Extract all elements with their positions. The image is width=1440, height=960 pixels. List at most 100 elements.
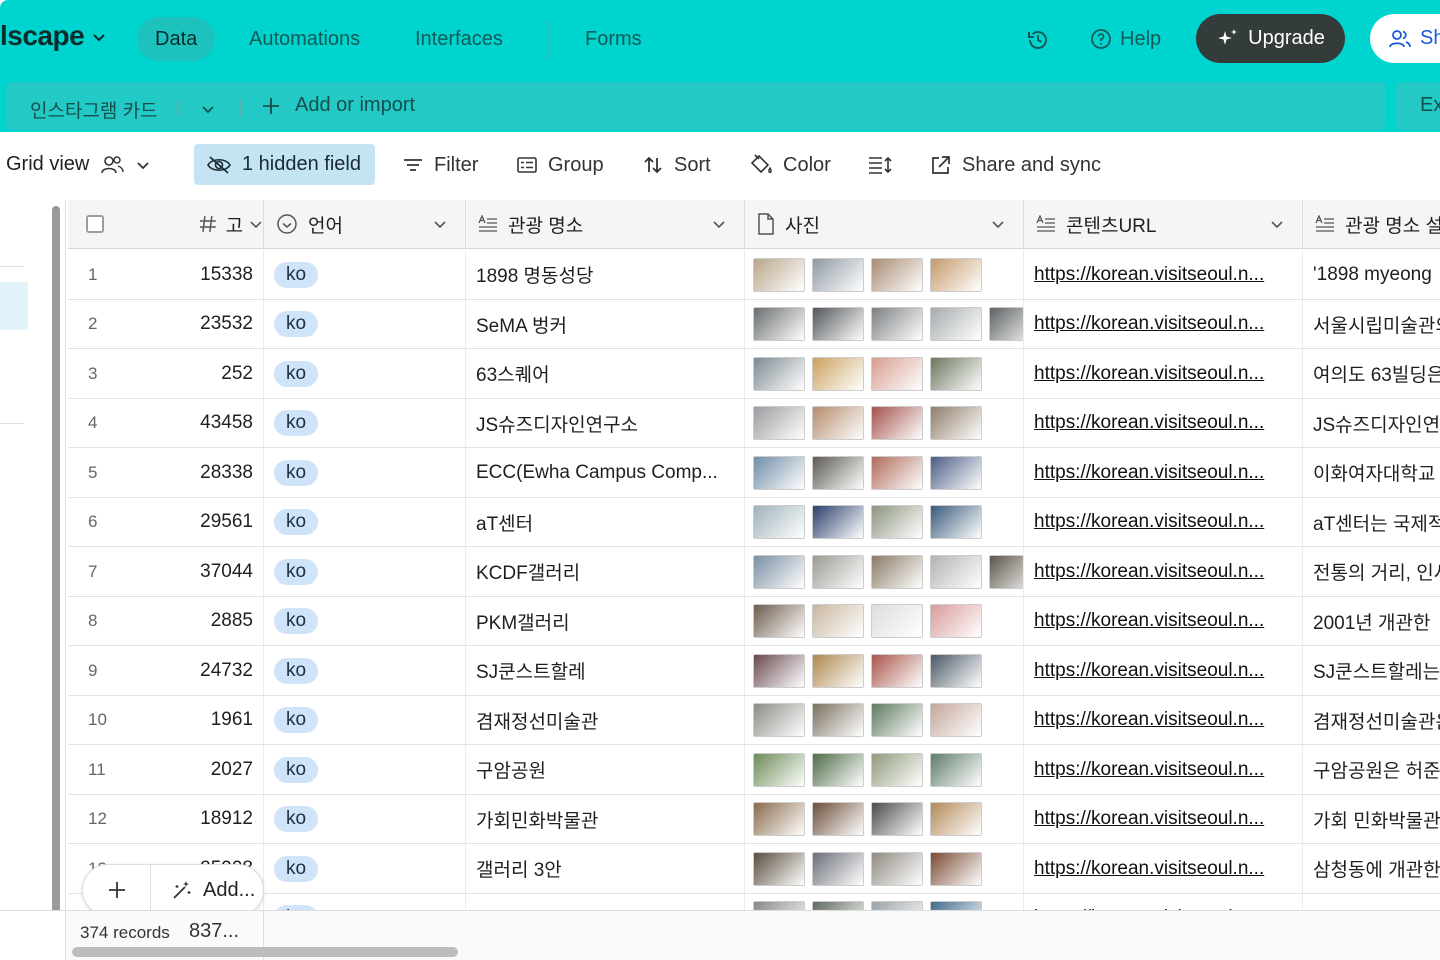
table-row[interactable]: 11 2027 ko 구암공원 https://korean.visitseoul.n.… bbox=[68, 745, 1440, 795]
content-url-link[interactable]: https://korean.visitseoul.n... bbox=[1034, 709, 1264, 731]
url-cell[interactable]: https://korean.visitseoul.n... bbox=[1024, 547, 1303, 596]
column-header-photo[interactable]: 사진 bbox=[745, 200, 1024, 249]
photo-thumbnail[interactable] bbox=[753, 505, 805, 539]
photo-thumbnail[interactable] bbox=[812, 752, 864, 787]
add-or-import-button[interactable]: Add or import bbox=[261, 94, 415, 117]
photo-thumbnail[interactable] bbox=[930, 851, 982, 886]
chevron-down-icon[interactable] bbox=[1270, 217, 1284, 231]
number-cell[interactable]: 10 1961 bbox=[68, 695, 264, 745]
photo-thumbnail[interactable] bbox=[989, 554, 1023, 589]
number-cell[interactable]: 9 24732 bbox=[68, 646, 264, 695]
photo-cell[interactable] bbox=[745, 299, 1024, 349]
table-row[interactable]: 4 43458 ko JS슈즈디자인연구소 https://korean.visitse… bbox=[68, 398, 1440, 448]
table-row[interactable]: 1 15338 ko 1898 명동성당 https://korean.visitseo… bbox=[68, 250, 1440, 300]
photo-cell[interactable] bbox=[745, 448, 1024, 497]
tab-forms[interactable]: Forms bbox=[567, 17, 660, 61]
photo-cell[interactable] bbox=[745, 398, 1024, 448]
description-cell[interactable]: 가나아트센터는 bbox=[1303, 894, 1440, 911]
table-row[interactable]: 10 1961 ko 겸재정선미술관 https://korean.visitseoul… bbox=[68, 695, 1440, 745]
photo-thumbnail[interactable] bbox=[930, 901, 982, 910]
url-cell[interactable]: https://korean.visitseoul.n... bbox=[1024, 844, 1303, 893]
language-cell[interactable]: ko bbox=[264, 250, 466, 299]
photo-thumbnail[interactable] bbox=[812, 554, 864, 589]
photo-thumbnail[interactable] bbox=[812, 455, 864, 490]
language-cell[interactable]: ko bbox=[264, 844, 466, 893]
photo-thumbnail[interactable] bbox=[871, 752, 923, 787]
language-cell[interactable]: ko bbox=[264, 695, 466, 745]
url-cell[interactable]: https://korean.visitseoul.n... bbox=[1024, 398, 1303, 448]
photo-thumbnail[interactable] bbox=[930, 356, 982, 391]
language-cell[interactable]: ko bbox=[264, 448, 466, 497]
photo-thumbnail[interactable] bbox=[753, 653, 805, 688]
table-row[interactable]: 1430117ko가나아트센터https://korean.visitseoul… bbox=[68, 893, 1440, 911]
description-cell[interactable]: 겸재정선미술관은 bbox=[1303, 696, 1440, 745]
url-cell[interactable]: https://korean.visitseoul.n... bbox=[1024, 893, 1303, 910]
attraction-cell[interactable]: 가회민화박물관 bbox=[466, 794, 745, 844]
photo-thumbnail[interactable] bbox=[812, 307, 864, 341]
photo-cell[interactable] bbox=[745, 547, 1024, 596]
attraction-cell[interactable]: aT센터 bbox=[466, 497, 745, 547]
url-cell[interactable]: https://korean.visitseoul.n... bbox=[1024, 745, 1303, 794]
photo-cell[interactable] bbox=[745, 695, 1024, 745]
description-cell[interactable]: 구암공원은 허준 bbox=[1303, 745, 1440, 794]
url-cell[interactable]: https://korean.visitseoul.n... bbox=[1024, 646, 1303, 695]
content-url-link[interactable]: https://korean.visitseoul.n... bbox=[1034, 858, 1264, 880]
number-cell[interactable]: 11 2027 bbox=[68, 745, 264, 794]
language-cell[interactable]: ko bbox=[264, 398, 466, 448]
photo-thumbnail[interactable] bbox=[871, 901, 923, 910]
description-cell[interactable]: SJ쿤스트할레는 bbox=[1303, 646, 1440, 695]
photo-thumbnail[interactable] bbox=[753, 554, 805, 589]
column-header-description[interactable]: 관광 명소 설 bbox=[1303, 200, 1440, 249]
photo-thumbnail[interactable] bbox=[753, 901, 805, 910]
language-cell[interactable]: ko bbox=[264, 893, 466, 910]
photo-thumbnail[interactable] bbox=[812, 356, 864, 391]
url-cell[interactable]: https://korean.visitseoul.n... bbox=[1024, 299, 1303, 349]
share-button[interactable]: Sh bbox=[1370, 14, 1440, 63]
share-and-sync-button[interactable]: Share and sync bbox=[918, 144, 1113, 186]
content-url-link[interactable]: https://korean.visitseoul.n... bbox=[1034, 363, 1264, 385]
photo-thumbnail[interactable] bbox=[753, 703, 805, 737]
photo-cell[interactable] bbox=[745, 497, 1024, 547]
description-cell[interactable]: 전통의 거리, 인사 bbox=[1303, 547, 1440, 596]
description-cell[interactable]: 가회 민화박물관 bbox=[1303, 795, 1440, 844]
content-url-link[interactable]: https://korean.visitseoul.n... bbox=[1034, 511, 1264, 533]
attraction-cell[interactable]: 구암공원 bbox=[466, 745, 745, 794]
photo-thumbnail[interactable] bbox=[930, 604, 982, 638]
column-header-number[interactable]: 고 bbox=[68, 200, 264, 249]
chevron-down-icon[interactable] bbox=[712, 217, 726, 231]
description-cell[interactable]: 2001년 개관한 bbox=[1303, 597, 1440, 646]
row-height-button[interactable] bbox=[855, 144, 905, 186]
column-summary[interactable]: 837... bbox=[189, 920, 239, 943]
language-cell[interactable]: ko bbox=[264, 497, 466, 547]
photo-thumbnail[interactable] bbox=[930, 802, 982, 836]
extensions-button[interactable]: Ex bbox=[1396, 82, 1440, 130]
table-row[interactable]: 2 23532 ko SeMA 벙커 https://korean.visitseoul… bbox=[68, 299, 1440, 349]
photo-thumbnail[interactable] bbox=[930, 455, 982, 490]
horizontal-scrollbar[interactable] bbox=[72, 947, 458, 957]
upgrade-button[interactable]: Upgrade bbox=[1196, 14, 1345, 63]
number-cell[interactable]: 4 43458 bbox=[68, 398, 264, 448]
photo-thumbnail[interactable] bbox=[812, 505, 864, 539]
table-tab-name[interactable]: 인스타그램 카드 bbox=[30, 96, 158, 123]
number-cell[interactable]: 2 23532 bbox=[68, 299, 264, 349]
photo-thumbnail[interactable] bbox=[753, 307, 805, 341]
url-cell[interactable]: https://korean.visitseoul.n... bbox=[1024, 794, 1303, 844]
photo-thumbnail[interactable] bbox=[753, 257, 805, 292]
url-cell[interactable]: https://korean.visitseoul.n... bbox=[1024, 349, 1303, 398]
photo-thumbnail[interactable] bbox=[871, 554, 923, 589]
color-button[interactable]: Color bbox=[737, 144, 843, 186]
add-with-ai-button[interactable]: Add... bbox=[151, 879, 255, 902]
language-cell[interactable]: ko bbox=[264, 646, 466, 695]
number-cell[interactable]: 6 29561 bbox=[68, 497, 264, 547]
history-icon[interactable] bbox=[1024, 26, 1052, 54]
select-all-checkbox[interactable] bbox=[86, 215, 104, 233]
vertical-scrollbar[interactable] bbox=[52, 206, 60, 910]
photo-thumbnail[interactable] bbox=[989, 307, 1023, 341]
photo-thumbnail[interactable] bbox=[812, 901, 864, 910]
photo-cell[interactable] bbox=[745, 745, 1024, 794]
content-url-link[interactable]: https://korean.visitseoul.n... bbox=[1034, 660, 1264, 682]
language-cell[interactable]: ko bbox=[264, 547, 466, 596]
attraction-cell[interactable]: 겸재정선미술관 bbox=[466, 695, 745, 745]
help-button[interactable]: Help bbox=[1090, 17, 1161, 61]
filter-button[interactable]: Filter bbox=[390, 144, 490, 186]
